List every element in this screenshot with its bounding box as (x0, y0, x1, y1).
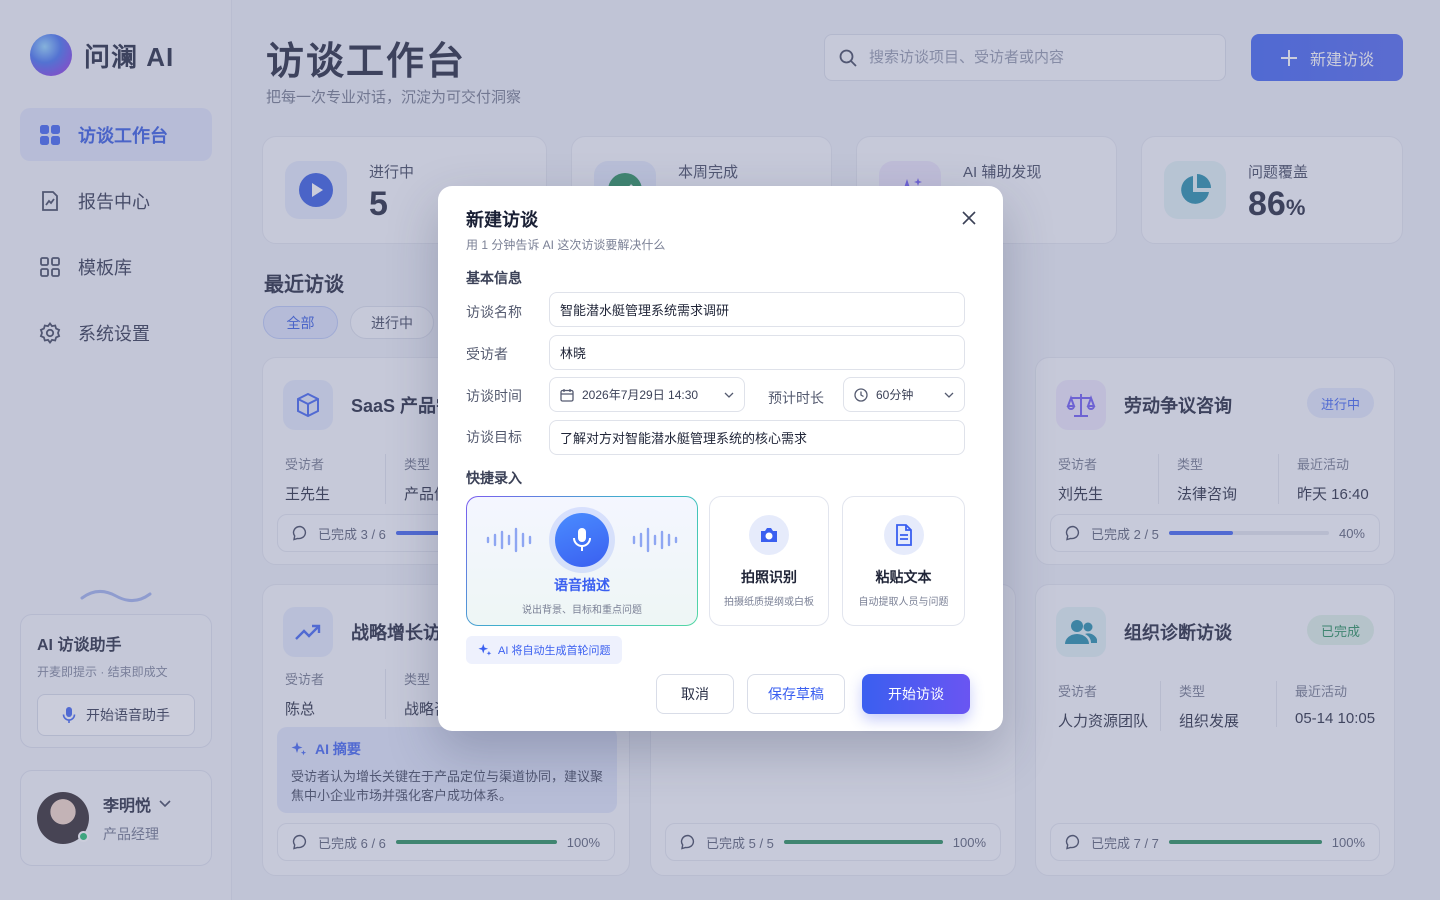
clock-icon (854, 387, 868, 402)
close-icon (962, 211, 976, 225)
basic-info-heading: 基本信息 (466, 270, 522, 286)
mic-icon (573, 528, 591, 551)
icon-wrap (883, 515, 924, 555)
modal-subtitle: 用 1 分钟告诉 AI 这次访谈要解决什么 (466, 238, 666, 252)
interview-goal-field[interactable] (549, 420, 965, 455)
document-icon (895, 524, 912, 546)
interview-name-input[interactable] (560, 302, 954, 317)
duration-label: 预计时长 (768, 390, 824, 406)
paste-option-title: 粘贴文本 (875, 569, 932, 585)
interviewee-input[interactable] (560, 345, 954, 360)
cancel-button[interactable]: 取消 (656, 674, 734, 714)
chevron-down-icon (944, 392, 954, 398)
interview-name-field[interactable] (549, 292, 965, 327)
save-draft-button[interactable]: 保存草稿 (747, 674, 845, 714)
photo-option-title: 拍照识别 (741, 569, 797, 585)
interview-time-label: 访谈时间 (466, 388, 522, 404)
sound-wave-icon (486, 527, 532, 553)
quick-entry-heading: 快捷录入 (466, 470, 522, 486)
calendar-icon (560, 388, 574, 402)
interview-goal-label: 访谈目标 (466, 429, 522, 445)
icon-wrap (749, 515, 789, 555)
photo-recognize-option[interactable]: 拍照识别 拍摄纸质提纲或白板 (709, 496, 829, 626)
interviewee-field[interactable] (549, 335, 965, 370)
interview-goal-input[interactable] (560, 430, 954, 445)
close-button[interactable] (957, 206, 981, 230)
sparkle-icon (478, 643, 492, 656)
duration-value: 60分钟 (876, 388, 914, 402)
chevron-down-icon (724, 392, 734, 398)
photo-option-subtitle: 拍摄纸质提纲或白板 (724, 597, 814, 608)
ai-hint-text: AI 将自动生成首轮问题 (498, 645, 611, 657)
paste-option-subtitle: 自动提取人员与问题 (858, 597, 949, 608)
interview-name-label: 访谈名称 (466, 304, 522, 320)
sound-wave-icon (632, 527, 678, 553)
interview-time-value: 2026年7月29日 14:30 (582, 388, 699, 402)
modal-title: 新建访谈 (466, 210, 538, 230)
start-interview-button[interactable]: 开始访谈 (862, 674, 970, 714)
voice-describe-option[interactable]: 语音描述 说出背景、目标和重点问题 (466, 496, 698, 626)
paste-text-option[interactable]: 粘贴文本 自动提取人员与问题 (842, 496, 965, 626)
interviewee-label: 受访者 (466, 346, 508, 362)
duration-select[interactable]: 60分钟 (843, 377, 965, 412)
voice-option-subtitle: 说出背景、目标和重点问题 (522, 605, 642, 616)
new-interview-modal: 新建访谈 用 1 分钟告诉 AI 这次访谈要解决什么 基本信息 访谈名称 受访者… (438, 186, 1003, 731)
camera-icon (761, 528, 777, 542)
ai-hint-tag: AI 将自动生成首轮问题 (466, 636, 623, 664)
mic-button[interactable] (555, 513, 609, 567)
voice-option-title: 语音描述 (554, 577, 610, 593)
interview-time-picker[interactable]: 2026年7月29日 14:30 (549, 377, 745, 412)
